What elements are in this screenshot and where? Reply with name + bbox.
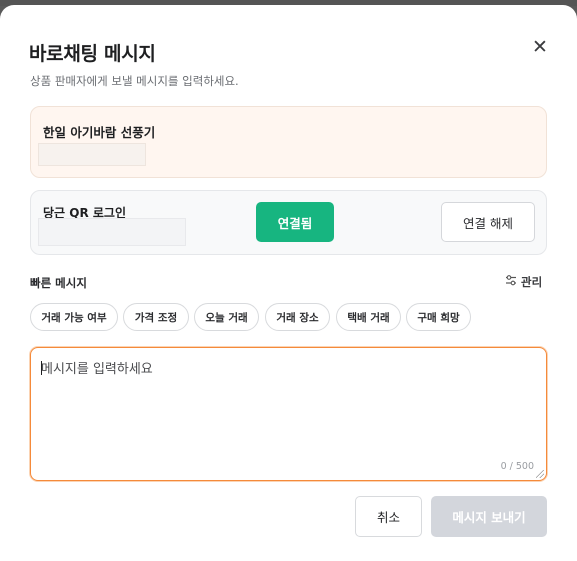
redacted-product-info [38, 143, 146, 166]
chip-today[interactable]: 오늘 거래 [194, 303, 259, 331]
manage-quick-messages-button[interactable]: 관리 [505, 274, 542, 290]
disconnect-button[interactable]: 연결 해제 [441, 202, 535, 242]
chip-purchase[interactable]: 구매 희망 [406, 303, 471, 331]
dialog-subtitle: 상품 판매자에게 보낼 메시지를 입력하세요. [30, 74, 239, 88]
chip-place[interactable]: 거래 장소 [265, 303, 330, 331]
sliders-icon [505, 275, 517, 289]
product-card: 한일 아기바람 선풍기 [30, 106, 547, 178]
connected-button[interactable]: 연결됨 [256, 202, 334, 242]
qr-login-card: 당근 QR 로그인 연결됨 연결 해제 [30, 190, 547, 255]
quick-messages-title: 빠른 메시지 [30, 276, 87, 290]
dialog-title: 바로채팅 메시지 [29, 43, 156, 65]
redacted-account-info [38, 218, 186, 246]
chip-availability[interactable]: 거래 가능 여부 [30, 303, 118, 331]
close-icon[interactable]: ✕ [528, 35, 552, 59]
manage-label: 관리 [521, 275, 543, 289]
cancel-button[interactable]: 취소 [355, 496, 422, 537]
message-input-container: 0 / 500 [30, 347, 547, 481]
resize-handle[interactable] [536, 470, 544, 478]
char-counter: 0 / 500 [500, 461, 534, 472]
text-caret [41, 361, 42, 375]
send-message-button[interactable]: 메시지 보내기 [431, 496, 547, 537]
message-input[interactable] [31, 348, 546, 480]
chip-delivery[interactable]: 택배 거래 [336, 303, 401, 331]
chat-message-dialog: 바로채팅 메시지 ✕ 상품 판매자에게 보낼 메시지를 입력하세요. 한일 아기… [0, 5, 577, 561]
product-name: 한일 아기바람 선풍기 [43, 125, 156, 140]
chip-price[interactable]: 가격 조정 [123, 303, 189, 331]
